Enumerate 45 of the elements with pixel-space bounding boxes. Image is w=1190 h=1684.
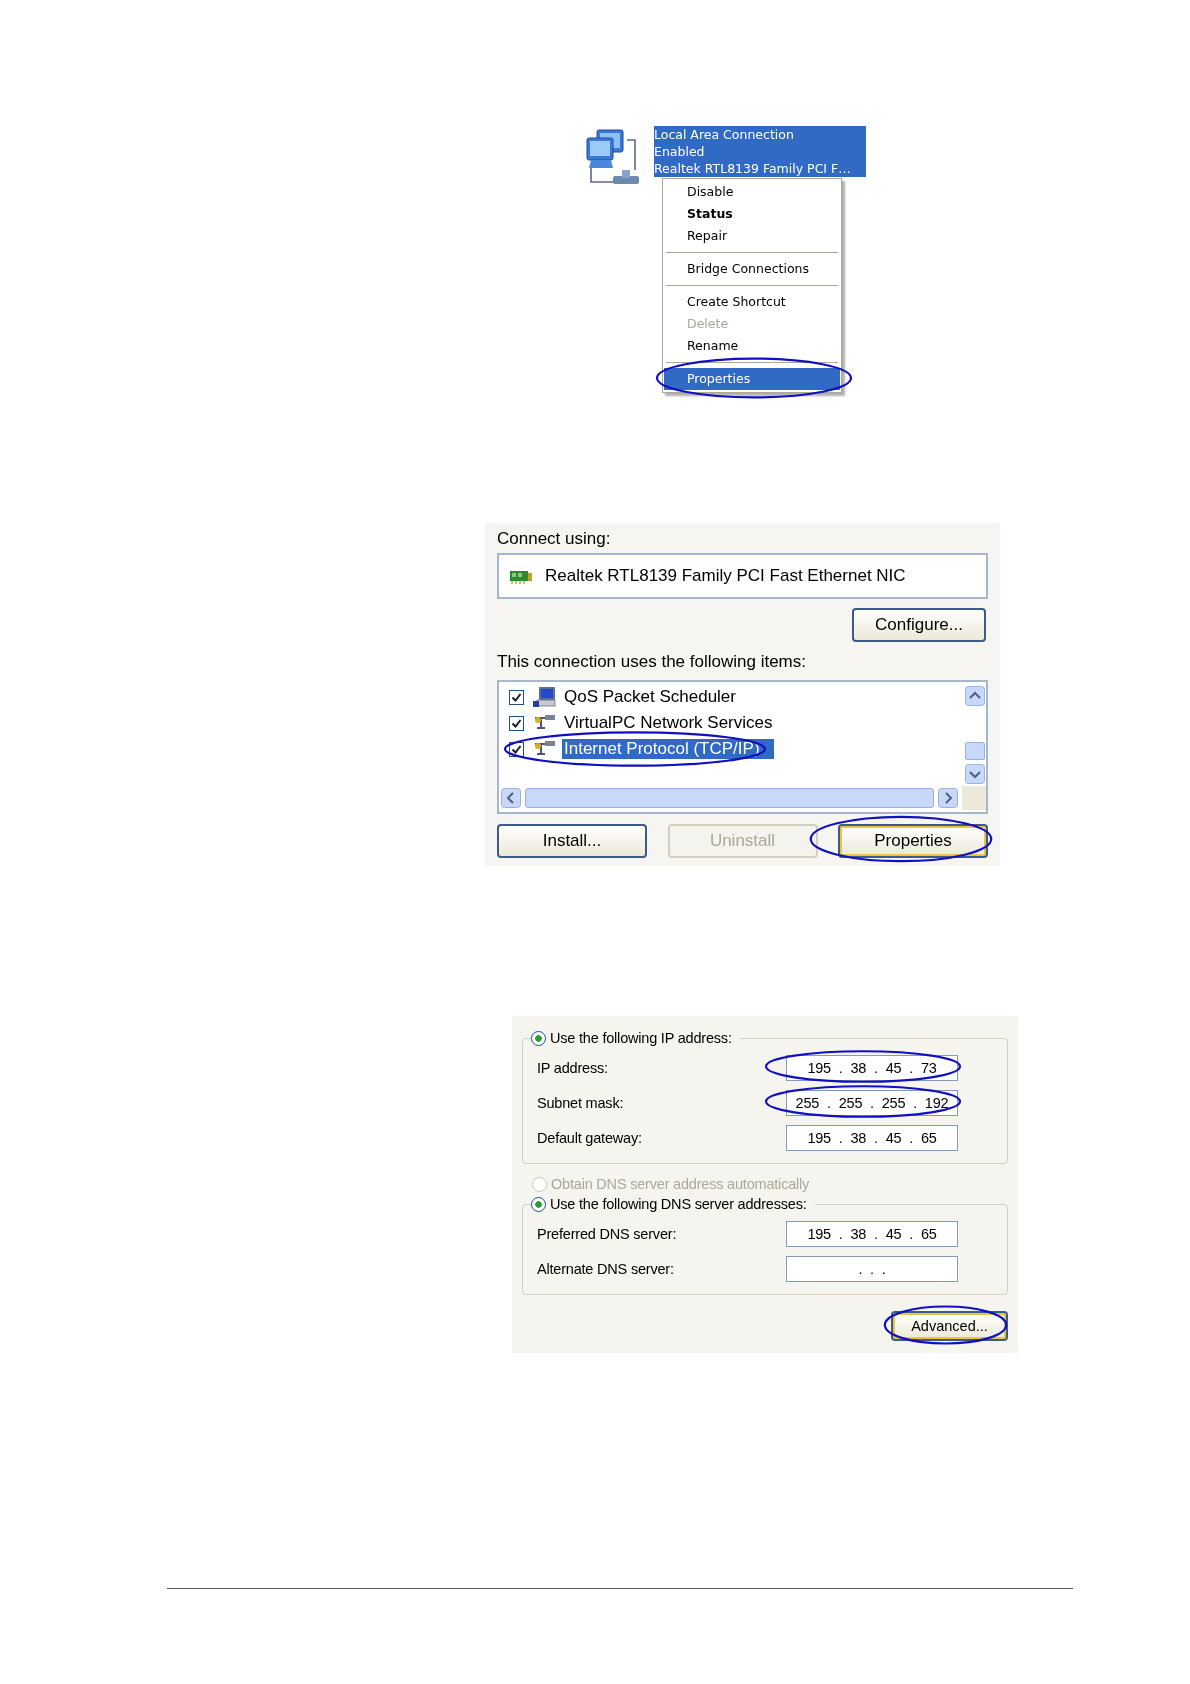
scroll-thumb[interactable] [525,788,934,808]
connection-label[interactable]: Local Area Connection Enabled Realtek RTL8139 Family PCI F… [654,126,866,177]
radio-label: Obtain DNS server address automatically [551,1176,810,1192]
radio-label: Use the following DNS server addresses: [550,1196,807,1212]
scroll-right-icon[interactable] [938,788,958,808]
horizontal-scrollbar[interactable] [499,784,986,812]
checkbox[interactable] [509,715,524,731]
menu-item[interactable]: Create Shortcut [664,291,840,313]
dialog-button[interactable]: Properties [838,824,988,858]
list-item[interactable]: QoS Packet Scheduler [562,687,738,707]
ip-address-field[interactable]: 195 . 38 . 45 . 73 [786,1054,958,1081]
field-label: Subnet mask: [537,1094,625,1111]
network-card-icon [509,568,533,584]
menu-item[interactable]: Properties [664,368,840,390]
dialog-button[interactable]: Configure... [852,608,986,642]
checkbox[interactable] [509,689,524,705]
ip-address-field[interactable]: 255 . 255 . 255 . 192 [786,1089,958,1116]
scroll-left-icon[interactable] [501,788,521,808]
menu-item[interactable]: Repair [664,225,840,247]
radio-label: Use the following IP address: [550,1030,732,1046]
dialog-button[interactable]: Install... [497,824,647,858]
dialog-button[interactable]: Advanced... [891,1311,1008,1341]
scroll-thumb[interactable] [965,742,985,760]
list-item[interactable]: VirtualPC Network Services [562,713,775,733]
adapter-name: Realtek RTL8139 Family PCI Fast Ethernet NIC [545,566,906,586]
ip-address-field[interactable]: 195 . 38 . 45 . 65 [786,1124,958,1151]
radio-button[interactable] [531,1196,546,1212]
menu-item[interactable]: Rename [664,335,840,357]
menu-item[interactable]: Bridge Connections [664,258,840,280]
field-label: Preferred DNS server: [537,1225,678,1242]
list-item[interactable]: Internet Protocol (TCP/IP) [562,739,774,759]
menu-item[interactable]: Disable [664,181,840,203]
field-label: IP address: [537,1059,609,1076]
connect-using-label: Connect using: [497,528,612,550]
field-label: Alternate DNS server: [537,1260,675,1277]
scroll-up-icon[interactable] [965,686,985,706]
ip-address-field[interactable]: . . . [786,1255,958,1282]
computer-icon [533,686,557,708]
menu-item[interactable]: Status [664,203,840,225]
field-label: Default gateway: [537,1129,643,1146]
ip-address-field[interactable]: 195 . 38 . 45 . 65 [786,1220,958,1247]
items-label: This connection uses the following items: [497,651,807,673]
scrollbar-corner [962,786,986,810]
scroll-down-icon[interactable] [965,764,985,784]
radio-button[interactable] [531,1030,546,1046]
